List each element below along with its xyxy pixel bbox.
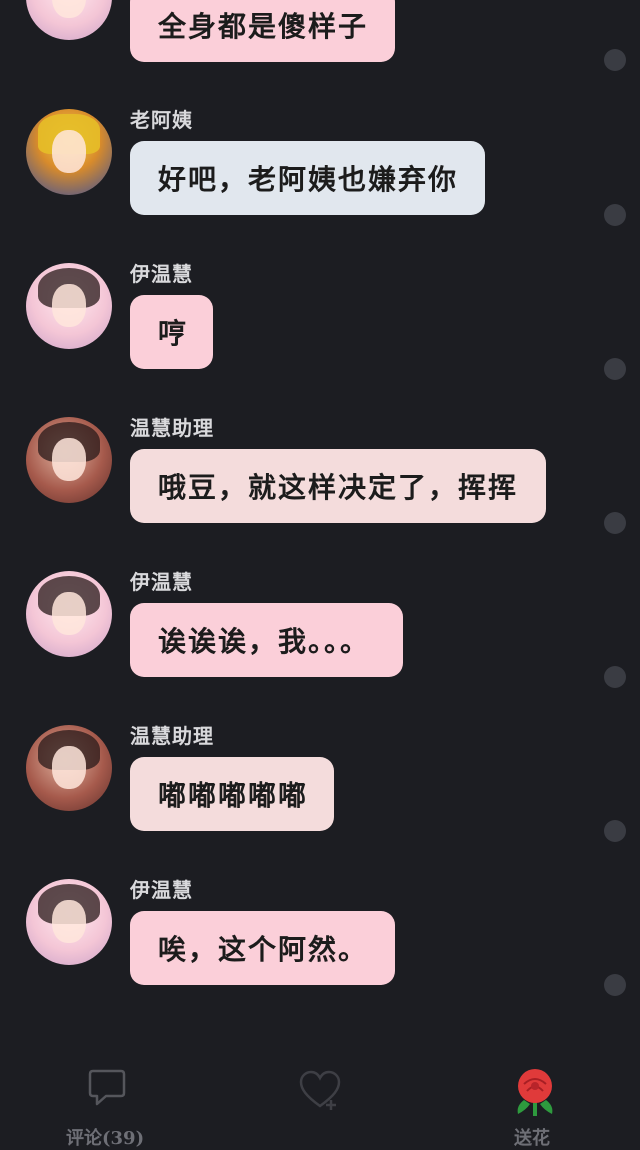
avatar[interactable] [26, 725, 112, 811]
avatar[interactable] [26, 417, 112, 503]
message-text: 全身都是傻样子 [158, 10, 369, 43]
message-bubble[interactable]: 全身都是傻样子 [130, 0, 395, 62]
sender-name: 伊温慧 [130, 570, 193, 594]
avatar[interactable] [26, 571, 112, 657]
message-bubble[interactable]: 哼 [130, 295, 213, 369]
heart-icon [299, 1070, 341, 1110]
message-text: 哦豆，就这样决定了，挥挥 [158, 471, 519, 504]
read-indicator-dot [604, 820, 626, 842]
bottom-tab-bar: 评论(39) 送花 [0, 1040, 640, 1149]
read-indicator-dot [604, 666, 626, 688]
read-indicator-dot [604, 512, 626, 534]
avatar[interactable] [26, 109, 112, 195]
like-tab[interactable] [290, 1040, 350, 1138]
read-indicator-dot [604, 358, 626, 380]
message-text: 诶诶诶，我。。。 [158, 625, 371, 658]
message-item: 伊温慧 唉，这个阿然。 [0, 874, 640, 1024]
message-bubble[interactable]: 诶诶诶，我。。。 [130, 603, 403, 677]
message-item: 老阿姨 好吧，老阿姨也嫌弃你 [0, 104, 640, 254]
message-text: 唉，这个阿然。 [158, 933, 369, 966]
gift-flower-tab-label: 送花 [514, 1128, 550, 1149]
gift-flower-tab[interactable]: 送花 [500, 1040, 570, 1149]
message-item: 伊温慧 诶诶诶，我。。。 [0, 566, 640, 716]
read-indicator-dot [604, 49, 626, 71]
comments-tab-label: 评论(39) [66, 1128, 145, 1149]
avatar[interactable] [26, 263, 112, 349]
message-item: 伊温慧 哼 [0, 258, 640, 408]
message-text: 哼 [158, 317, 189, 350]
message-text: 嘟嘟嘟嘟嘟 [158, 779, 309, 812]
avatar[interactable] [26, 879, 112, 965]
message-item: 温慧助理 哦豆，就这样决定了，挥挥 [0, 412, 640, 562]
message-item: 全身都是傻样子 [0, 0, 640, 71]
sender-name: 伊温慧 [130, 878, 193, 902]
read-indicator-dot [604, 204, 626, 226]
rose-icon [517, 1069, 553, 1116]
read-indicator-dot [604, 974, 626, 996]
sender-name: 老阿姨 [130, 108, 193, 132]
message-bubble[interactable]: 唉，这个阿然。 [130, 911, 395, 985]
sender-name: 温慧助理 [130, 724, 214, 748]
message-item: 温慧助理 嘟嘟嘟嘟嘟 [0, 720, 640, 870]
avatar[interactable] [26, 0, 112, 40]
comment-bubble-icon [88, 1069, 126, 1106]
comments-tab[interactable]: 评论(39) [60, 1040, 160, 1149]
message-bubble[interactable]: 好吧，老阿姨也嫌弃你 [130, 141, 485, 215]
chat-message-list[interactable]: 全身都是傻样子 老阿姨 好吧，老阿姨也嫌弃你 伊温慧 哼 温慧助理 哦豆，就这样… [0, 0, 640, 1040]
message-bubble[interactable]: 哦豆，就这样决定了，挥挥 [130, 449, 546, 523]
message-text: 好吧，老阿姨也嫌弃你 [158, 163, 459, 196]
sender-name: 伊温慧 [130, 262, 193, 286]
message-bubble[interactable]: 嘟嘟嘟嘟嘟 [130, 757, 334, 831]
sender-name: 温慧助理 [130, 416, 214, 440]
